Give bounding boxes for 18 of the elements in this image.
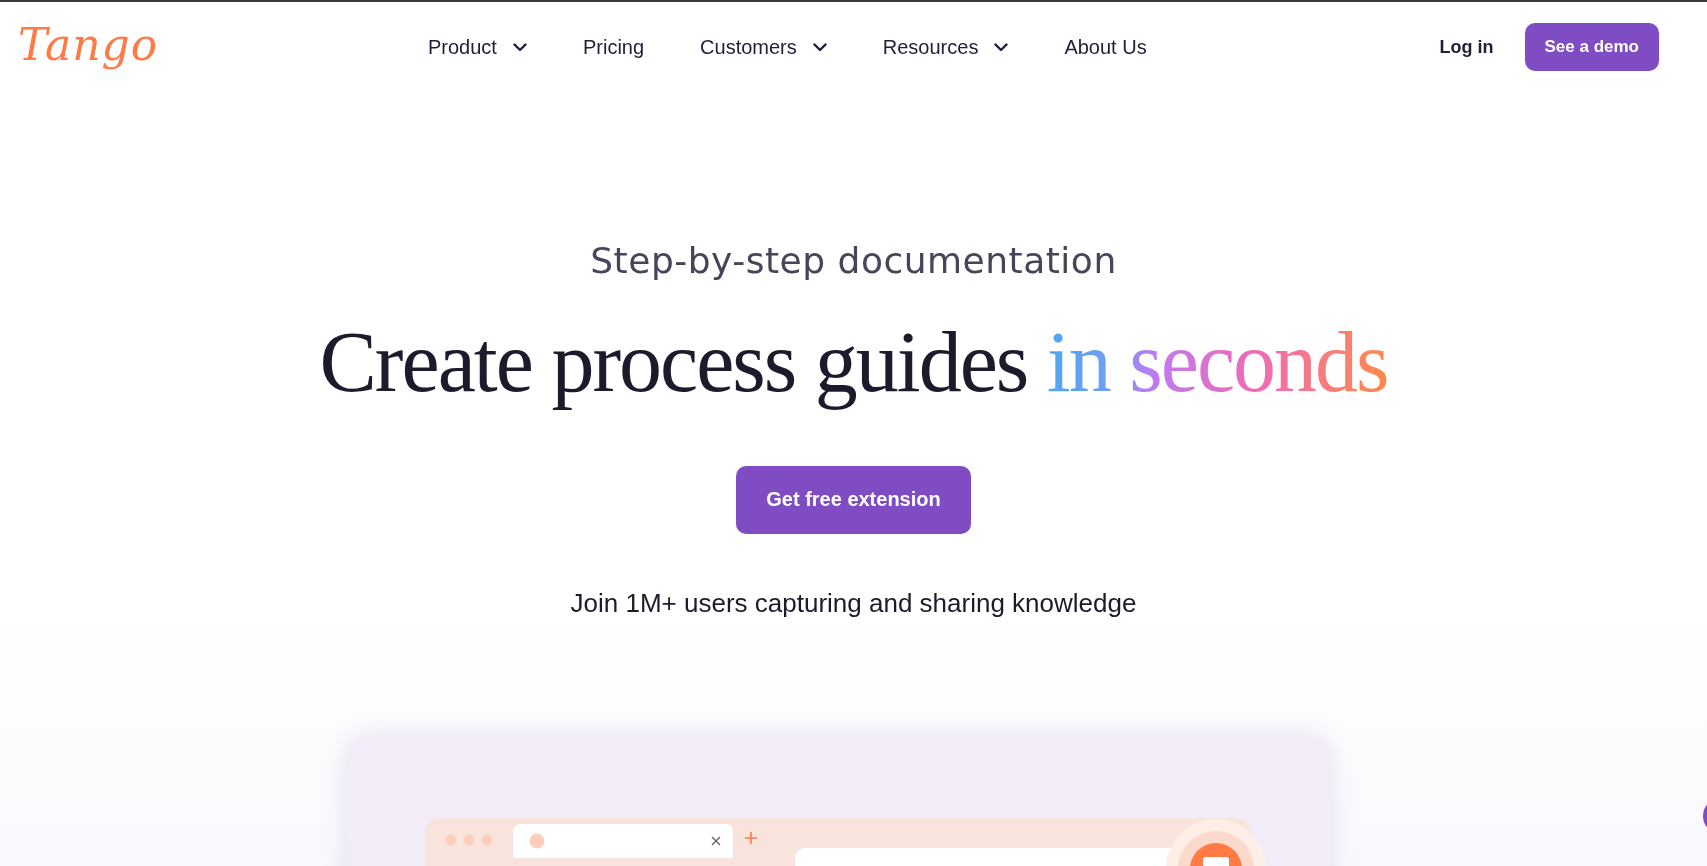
- chevron-down-icon: [512, 42, 527, 52]
- nav-link[interactable]: About Us: [1064, 35, 1147, 59]
- favicon-icon: [529, 833, 545, 849]
- chevron-down-icon: [994, 42, 1009, 52]
- plus-icon: [745, 832, 757, 844]
- headline: Create process guides in seconds: [319, 315, 1388, 410]
- eyebrow-text: Step-by-step documentation: [590, 240, 1117, 281]
- nav-link[interactable]: Pricing: [582, 35, 645, 59]
- nav-link[interactable]: Customers: [700, 35, 827, 59]
- chevron-down-icon: [812, 42, 827, 52]
- login-link[interactable]: Log in: [1439, 36, 1494, 58]
- nav-link[interactable]: Product: [428, 35, 527, 59]
- extension-button[interactable]: Get free extension: [736, 465, 971, 534]
- tagline-text: Join 1M+ users capturing and sharing knowledge: [570, 587, 1137, 619]
- window-dots-icon: [445, 834, 493, 846]
- demo-button[interactable]: See a demo: [1524, 23, 1659, 71]
- close-icon: [711, 836, 721, 846]
- nav-link[interactable]: Resources: [882, 35, 1009, 59]
